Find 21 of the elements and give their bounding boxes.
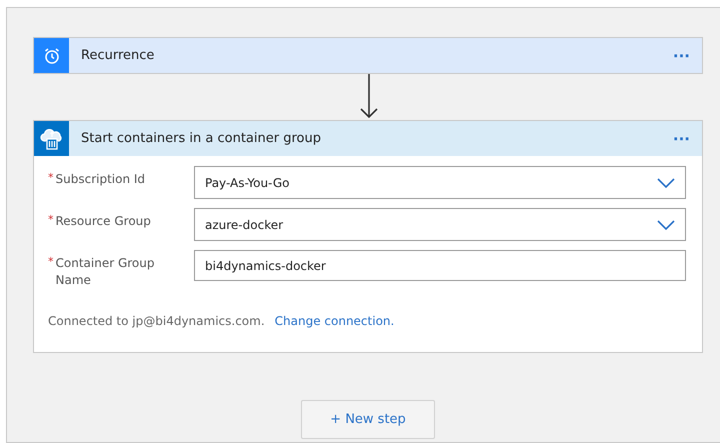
change-connection-link[interactable]: Change connection.	[274, 314, 394, 328]
required-marker: *	[48, 213, 54, 228]
input-field[interactable]: bi4dynamics-docker	[194, 250, 686, 281]
connector-arrow	[358, 74, 378, 120]
new-step-button[interactable]: + New step	[301, 400, 435, 439]
more-button[interactable]: ···	[668, 130, 694, 148]
dropdown-field[interactable]: azure-docker	[194, 208, 686, 241]
field-label: Subscription Id	[56, 171, 146, 188]
chevron-down-icon	[657, 178, 675, 188]
field-label: Resource Group	[56, 213, 152, 230]
cloud-container-icon	[40, 128, 64, 150]
dropdown-field[interactable]: Pay-As-You-Go	[194, 166, 686, 199]
required-marker: *	[48, 255, 54, 270]
required-marker: *	[48, 171, 54, 186]
connection-text: Connected to jp@bi4dynamics.com.	[48, 314, 265, 328]
more-button[interactable]: ···	[668, 46, 694, 64]
step-title: Recurrence	[81, 48, 156, 63]
step-title: Start containers in a container group	[81, 131, 322, 146]
field-label: Container Group Name	[56, 255, 156, 289]
chevron-down-icon	[657, 220, 675, 230]
alarm-clock-icon	[42, 46, 60, 64]
